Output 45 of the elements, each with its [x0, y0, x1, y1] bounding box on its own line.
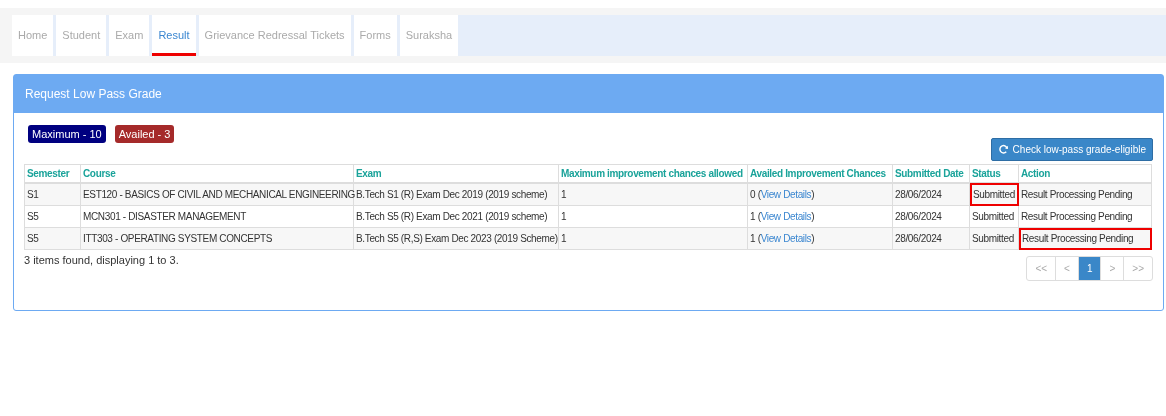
table-cell: S5 — [24, 205, 81, 228]
table-cell: Result Processing Pending — [1018, 183, 1152, 206]
count-badge: Maximum - 10 — [28, 125, 106, 143]
table-cell: 28/06/2024 — [892, 227, 970, 250]
nav-tab[interactable]: Exam — [109, 15, 150, 56]
table-cell: ITT303 - OPERATING SYSTEM CONCEPTS — [80, 227, 354, 250]
table-cell: EST120 - BASICS OF CIVIL AND MECHANICAL ENGINEERING — [80, 183, 354, 206]
nav-tab[interactable]: Forms — [353, 15, 397, 56]
refresh-icon — [997, 144, 1009, 155]
nav-tab[interactable]: Grievance Redressal Tickets — [198, 15, 351, 56]
table-cell: 1 — [558, 183, 748, 206]
table-cell: 28/06/2024 — [892, 183, 970, 206]
table-cell: MCN301 - DISASTER MANAGEMENT — [80, 205, 354, 228]
availed-count: 1 ( — [750, 211, 761, 222]
closing-paren: ) — [811, 211, 815, 222]
table-cell: 1 — [558, 227, 748, 250]
page-button[interactable]: << — [1027, 257, 1056, 280]
nav-tab[interactable]: Home — [12, 15, 54, 56]
page-button[interactable]: >> — [1123, 257, 1152, 280]
nav-tab[interactable]: Suraksha — [399, 15, 459, 56]
closing-paren: ) — [811, 189, 815, 200]
nav-tab[interactable]: Result — [152, 15, 196, 56]
table-cell: Result Processing Pending — [1018, 205, 1152, 228]
availed-count: 0 ( — [750, 189, 761, 200]
table-cell: S5 — [24, 227, 81, 250]
highlighted-cell: Submitted — [969, 183, 1019, 206]
check-eligible-button[interactable]: Check low-pass grade-eligible — [990, 138, 1153, 161]
panel-title: Request Low Pass Grade — [25, 87, 162, 101]
highlighted-cell: Result Processing Pending — [1018, 227, 1152, 250]
table-cell: B.Tech S5 (R) Exam Dec 2021 (2019 scheme) — [353, 205, 559, 228]
table-cell: S1 — [24, 183, 81, 206]
table-cell: 1 — [558, 205, 748, 228]
nav-tab[interactable]: Student — [56, 15, 107, 56]
table-cell: 28/06/2024 — [892, 205, 970, 228]
table-cell: Submitted — [969, 205, 1019, 228]
table-cell: B.Tech S5 (R,S) Exam Dec 2023 (2019 Scheme) — [353, 227, 559, 250]
availed-count: 1 ( — [750, 233, 761, 244]
count-badge: Availed - 3 — [114, 125, 175, 143]
page-button[interactable]: 1 — [1077, 257, 1101, 280]
page-button[interactable]: < — [1055, 257, 1078, 280]
page-button[interactable]: > — [1100, 257, 1124, 280]
results-summary: 3 items found, displaying 1 to 3. — [24, 254, 179, 266]
table-cell: Submitted — [969, 227, 1019, 250]
closing-paren: ) — [811, 233, 815, 244]
column-header: Status — [969, 164, 1019, 183]
